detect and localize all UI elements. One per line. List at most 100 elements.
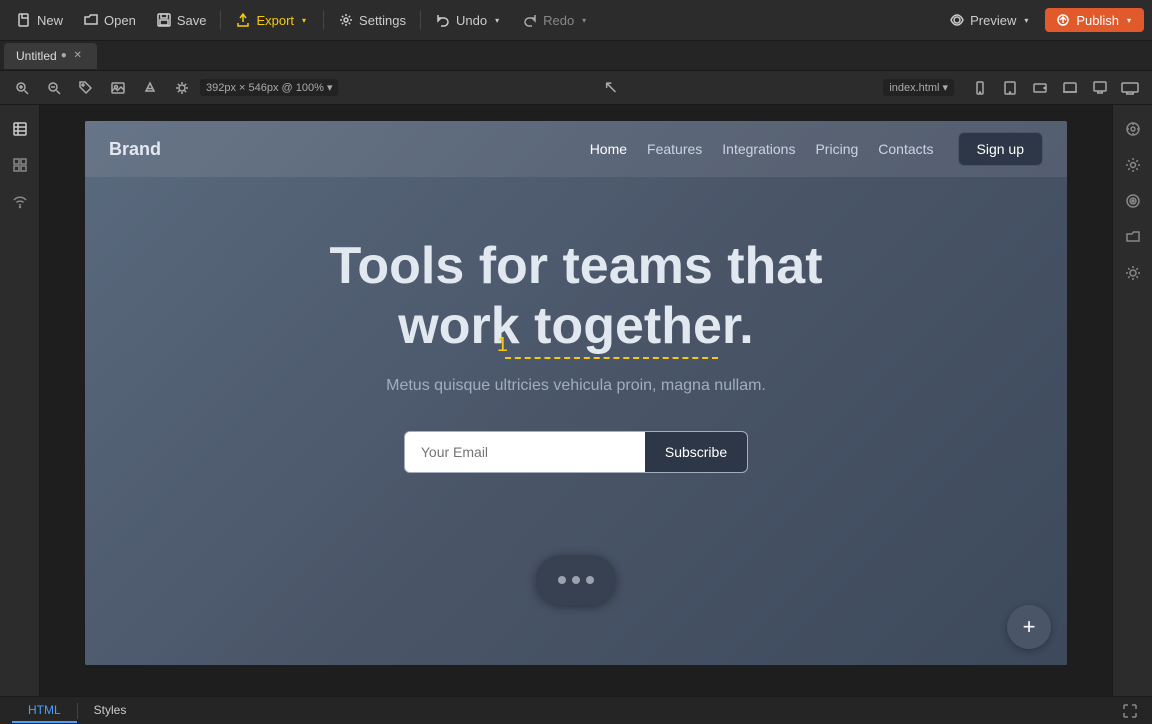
webpage-email-form: Subscribe: [404, 431, 748, 473]
cursor-indicator: ↖: [603, 77, 618, 98]
folder-button[interactable]: [1117, 221, 1149, 253]
page-dropdown-arrow: ▾: [942, 81, 948, 94]
undo-dropdown-arrow: ▾: [492, 15, 502, 25]
toolbar-divider-3: [420, 10, 421, 30]
gear-settings-button[interactable]: [1117, 149, 1149, 181]
open-icon: [83, 12, 99, 28]
laptop-view-button[interactable]: [1056, 74, 1084, 102]
bottom-tab-html[interactable]: HTML: [12, 699, 77, 723]
redo-label: Redo: [543, 13, 574, 28]
components-sidebar-button[interactable]: [4, 149, 36, 181]
wifi-sidebar-button[interactable]: [4, 185, 36, 217]
brightness-button[interactable]: [168, 74, 196, 102]
page-name: index.html: [889, 82, 939, 94]
tab-untitled[interactable]: Untitled ● ✕: [4, 43, 97, 69]
dot-3: [586, 576, 594, 584]
tag-button[interactable]: [72, 74, 100, 102]
new-button[interactable]: New: [8, 8, 71, 32]
text-cursor-overlay: [505, 357, 718, 359]
export-icon: [235, 12, 251, 28]
open-button[interactable]: Open: [75, 8, 144, 32]
settings-label: Settings: [359, 13, 406, 28]
bottom-right-area: [1120, 701, 1140, 721]
redo-dropdown-arrow: ▾: [579, 15, 589, 25]
settings-button[interactable]: Settings: [330, 8, 414, 32]
viewport-buttons: [966, 74, 1144, 102]
right-sidebar: [1112, 105, 1152, 696]
color-palette-button[interactable]: [1117, 113, 1149, 145]
new-label: New: [37, 13, 63, 28]
nav-link-integrations[interactable]: Integrations: [722, 141, 795, 157]
nav-link-pricing[interactable]: Pricing: [815, 141, 858, 157]
fab-add-button[interactable]: +: [1007, 605, 1051, 649]
undo-icon: [435, 12, 451, 28]
page-selector[interactable]: index.html ▾: [883, 79, 954, 96]
top-toolbar: New Open Save Export ▾ Settings Undo ▾: [0, 0, 1152, 41]
preview-label: Preview: [970, 13, 1016, 28]
sun-button[interactable]: [1117, 257, 1149, 289]
save-button[interactable]: Save: [148, 8, 215, 32]
target-button[interactable]: [1117, 185, 1149, 217]
tab-label: Untitled: [16, 49, 57, 63]
dot-2: [572, 576, 580, 584]
tab-modified-dot: ●: [61, 50, 67, 61]
tablet-landscape-view-button[interactable]: [1026, 74, 1054, 102]
preview-dropdown-arrow: ▾: [1021, 15, 1031, 25]
preview-icon: [949, 12, 965, 28]
webpage-subscribe-button[interactable]: Subscribe: [645, 432, 747, 472]
nav-link-contacts[interactable]: Contacts: [878, 141, 933, 157]
tablet-portrait-view-button[interactable]: [996, 74, 1024, 102]
undo-button[interactable]: Undo ▾: [427, 8, 510, 32]
cursor-number: 1: [497, 334, 508, 357]
left-sidebar: [0, 105, 40, 696]
bottom-bar: HTML Styles: [0, 696, 1152, 724]
publish-dropdown-arrow: ▾: [1124, 15, 1134, 25]
export-label: Export: [256, 13, 294, 28]
toolbar-divider-2: [323, 10, 324, 30]
nav-link-features[interactable]: Features: [647, 141, 702, 157]
tab-bar: Untitled ● ✕: [0, 41, 1152, 71]
preview-button[interactable]: Preview ▾: [939, 8, 1041, 32]
main-layout: Brand Home Features Integrations Pricing…: [0, 105, 1152, 696]
desktop-view-button[interactable]: [1086, 74, 1114, 102]
zoom-in-button[interactable]: [8, 74, 36, 102]
new-icon: [16, 12, 32, 28]
webpage-hero-title: Tools for teams that work together. 1: [329, 237, 822, 357]
mobile-view-button[interactable]: [966, 74, 994, 102]
canvas-size-display[interactable]: 392px × 546px @ 100% ▾: [200, 79, 338, 96]
image-button[interactable]: [104, 74, 132, 102]
settings-icon: [338, 12, 354, 28]
webpage-navbar: Brand Home Features Integrations Pricing…: [85, 121, 1067, 177]
webpage-email-input[interactable]: [405, 432, 645, 472]
undo-label: Undo: [456, 13, 487, 28]
nav-link-home[interactable]: Home: [590, 141, 627, 157]
redo-icon: [522, 12, 538, 28]
size-dropdown-arrow: ▾: [327, 82, 333, 94]
open-label: Open: [104, 13, 136, 28]
zoom-out-button[interactable]: [40, 74, 68, 102]
canvas-area[interactable]: Brand Home Features Integrations Pricing…: [40, 105, 1112, 696]
floating-dots-button[interactable]: [536, 555, 616, 605]
redo-button[interactable]: Redo ▾: [514, 8, 597, 32]
size-text: 392px × 546px @ 100%: [206, 82, 324, 94]
export-dropdown-arrow: ▾: [299, 15, 309, 25]
save-label: Save: [177, 13, 207, 28]
webpage-signup-button[interactable]: Sign up: [958, 132, 1043, 166]
wide-view-button[interactable]: [1116, 74, 1144, 102]
export-button[interactable]: Export ▾: [227, 8, 317, 32]
webpage-brand: Brand: [109, 139, 161, 160]
publish-label: Publish: [1076, 13, 1119, 28]
publish-icon: [1055, 12, 1071, 28]
bottom-tab-styles[interactable]: Styles: [78, 699, 143, 723]
webpage-nav-links: Home Features Integrations Pricing Conta…: [590, 141, 934, 157]
bottom-expand-icon[interactable]: [1120, 701, 1140, 721]
publish-button[interactable]: Publish ▾: [1045, 8, 1144, 32]
color-button[interactable]: [136, 74, 164, 102]
toolbar-divider-1: [220, 10, 221, 30]
secondary-toolbar: 392px × 546px @ 100% ▾ ↖ index.html ▾: [0, 71, 1152, 105]
canvas-frame: Brand Home Features Integrations Pricing…: [85, 121, 1067, 665]
layers-sidebar-button[interactable]: [4, 113, 36, 145]
hero-title-line1: Tools for teams that: [329, 237, 822, 295]
dot-1: [558, 576, 566, 584]
tab-close-button[interactable]: ✕: [71, 49, 85, 63]
